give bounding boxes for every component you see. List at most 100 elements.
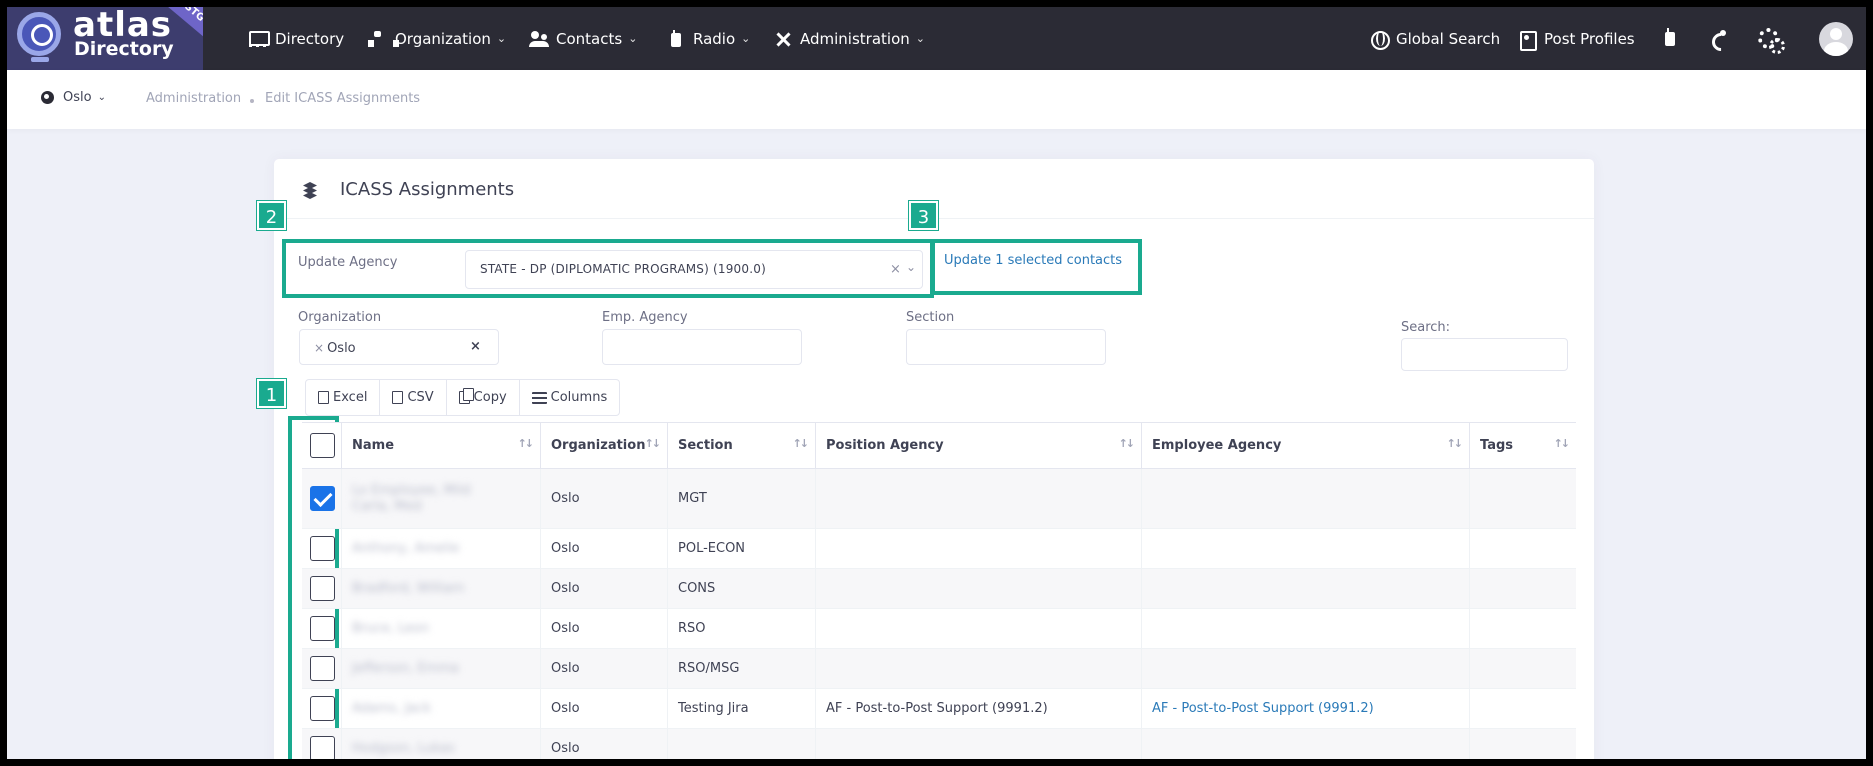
cell-position-agency [816,529,1142,568]
cell-position-agency: AF - Post-to-Post Support (9991.2) [816,689,1142,728]
sort-icon: ↑↓ [644,437,662,450]
cell-section [668,729,816,759]
gears-icon[interactable] [1757,27,1785,54]
table-row[interactable]: Anthony, Amelie Oslo POL-ECON [302,529,1576,569]
col-header-tags[interactable]: Tags ↑↓ [1470,423,1576,468]
row-select-checkbox[interactable] [310,696,335,721]
app-frame: atlas Directory STG Directory Organizati… [7,7,1866,759]
row-select-checkbox[interactable] [310,736,335,759]
breadcrumb-separator [250,99,254,103]
nav-administration[interactable]: Administration ⌄ [773,7,925,70]
radio-icon [666,29,686,47]
col-header-position-agency[interactable]: Position Agency ↑↓ [816,423,1142,468]
cell-section: MGT [668,469,816,528]
annotation-marker-3: 3 [908,200,939,231]
layers-icon [301,182,319,199]
cell-tags [1470,469,1576,528]
cell-tags [1470,649,1576,688]
row-select-checkbox[interactable] [310,576,335,601]
chevron-down-icon: ⌄ [496,32,507,45]
cell-position-agency [816,609,1142,648]
emp-agency-filter[interactable] [602,329,802,365]
cell-organization: Oslo [541,529,668,568]
nav-organization[interactable]: Organization ⌄ [368,7,506,70]
columns-button[interactable]: Columns [520,380,620,415]
clear-filter-icon[interactable]: × [470,339,481,354]
cell-employee-agency[interactable]: AF - Post-to-Post Support (9991.2) [1142,689,1470,728]
table-row[interactable]: Bradford, William Oslo CONS [302,569,1576,609]
table-row[interactable]: Hodgson, Lukas Oslo [302,729,1576,759]
csv-file-icon [392,391,404,404]
table-row[interactable]: Jefferson, Emma Oslo RSO/MSG [302,649,1576,689]
cell-employee-agency [1142,729,1470,759]
cell-position-agency [816,729,1142,759]
copy-button[interactable]: Copy [447,380,520,415]
breadcrumb-administration[interactable]: Administration [146,91,241,106]
table-row[interactable]: Bruce, Leon Oslo RSO [302,609,1576,649]
chevron-down-icon: ⌄ [628,32,638,45]
chevron-down-icon: ⌄ [915,32,925,45]
cell-employee-agency [1142,469,1470,528]
organization-filter[interactable]: × Oslo × [299,329,499,365]
table-header-row: Name ↑↓ Organization ↑↓ Section ↑↓ Position… [302,422,1576,469]
cell-organization: Oslo [541,649,668,688]
section-filter-label: Section [906,310,955,325]
export-button-group: Excel CSV Copy Columns [305,379,621,416]
clear-icon[interactable]: × [890,262,901,277]
emp-agency-filter-label: Emp. Agency [602,310,688,325]
col-header-employee-agency[interactable]: Employee Agency ↑↓ [1142,423,1470,468]
update-selected-contacts-link[interactable]: Update 1 selected contacts [944,253,1122,268]
organization-filter-label: Organization [298,310,382,325]
copy-icon [458,388,474,404]
nav-global-search[interactable]: Global Search [1369,7,1500,70]
cell-name: Lo Employee, Mild Carla, Med [342,469,541,528]
table-row[interactable]: Adams, Jack Oslo Testing Jira AF - Post-to-… [302,689,1576,729]
cell-organization: Oslo [541,729,668,759]
chevron-down-icon[interactable]: ⌄ [906,260,916,274]
walkie-talkie-icon[interactable] [1659,27,1681,49]
directory-icon [248,30,270,47]
sort-icon: ↑↓ [517,437,535,450]
row-select-checkbox[interactable] [310,616,335,641]
globe-icon [41,91,54,104]
cell-section: RSO/MSG [668,649,816,688]
nav-post-profiles[interactable]: Post Profiles [1517,7,1635,70]
cell-tags [1470,689,1576,728]
col-header-section[interactable]: Section ↑↓ [668,423,816,468]
cell-name: Hodgson, Lukas [342,729,541,759]
row-select-checkbox[interactable] [310,536,335,561]
sort-icon: ↑↓ [792,437,810,450]
update-agency-select[interactable]: STATE - DP (DIPLOMATIC PROGRAMS) (1900.0… [465,250,923,289]
cell-organization: Oslo [541,609,668,648]
search-input[interactable] [1401,338,1568,371]
atlas-logo[interactable]: atlas Directory STG [7,7,203,70]
post-selector[interactable]: Oslo ⌄ [41,90,106,105]
col-header-name[interactable]: Name ↑↓ [342,423,541,468]
cell-name: Bradford, William [342,569,541,608]
cell-employee-agency [1142,609,1470,648]
card-title: ICASS Assignments [340,179,515,200]
cell-employee-agency [1142,569,1470,608]
nav-directory[interactable]: Directory [248,7,344,70]
row-select-checkbox[interactable] [310,656,335,681]
organization-chip[interactable]: × Oslo [314,341,356,356]
cell-tags [1470,609,1576,648]
user-avatar[interactable] [1819,22,1853,56]
organization-icon [368,30,399,47]
cell-section: POL-ECON [668,529,816,568]
select-all-checkbox[interactable] [310,433,335,458]
nav-contacts[interactable]: Contacts ⌄ [529,7,637,70]
table-row[interactable]: Lo Employee, Mild Carla, Med Oslo MGT [302,469,1576,529]
chevron-down-icon: ⌄ [97,92,106,103]
col-header-organization[interactable]: Organization ↑↓ [541,423,668,468]
nav-radio[interactable]: Radio ⌄ [666,7,750,70]
row-select-checkbox[interactable] [310,486,335,511]
sort-icon: ↑↓ [1553,437,1571,450]
csv-button[interactable]: CSV [380,380,447,415]
excel-button[interactable]: Excel [306,380,381,415]
cell-tags [1470,729,1576,759]
section-filter[interactable] [906,329,1106,365]
remove-chip-icon[interactable]: × [314,341,324,355]
satellite-icon[interactable] [1709,27,1731,49]
breadcrumb-current: Edit ICASS Assignments [265,91,421,106]
